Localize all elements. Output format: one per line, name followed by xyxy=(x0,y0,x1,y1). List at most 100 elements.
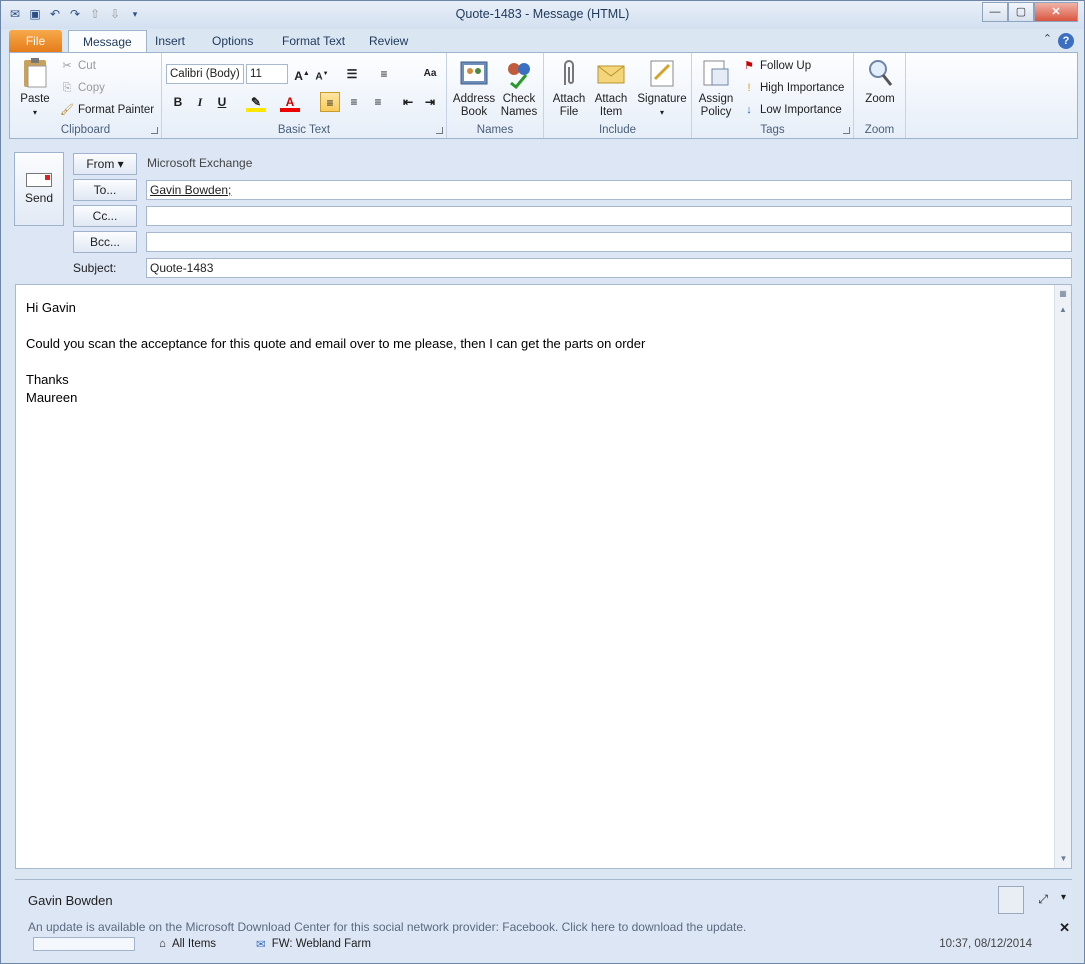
tags-label: Tags xyxy=(760,124,785,136)
title-bar: ✉ ▣ ↶ ↷ ⇧ ⇩ ▾ Quote-1483 - Message (HTML… xyxy=(1,1,1084,29)
tab-review[interactable]: Review xyxy=(355,30,422,53)
format-painter-button[interactable]: 🖌 Format Painter xyxy=(60,103,154,117)
message-window: ✉ ▣ ↶ ↷ ⇧ ⇩ ▾ Quote-1483 - Message (HTML… xyxy=(0,0,1085,964)
bold-button[interactable]: B xyxy=(168,92,188,112)
include-label: Include xyxy=(598,124,637,136)
from-button[interactable]: From ▾ xyxy=(73,153,137,175)
scroll-up-icon[interactable]: ▲ xyxy=(1056,302,1071,317)
down-arrow-icon: ↓ xyxy=(746,104,752,116)
to-button[interactable]: To... xyxy=(73,179,137,201)
window-controls: — ▢ ✕ xyxy=(982,2,1078,22)
align-center-icon[interactable]: ≡ xyxy=(344,92,364,112)
exclamation-icon: ! xyxy=(747,82,751,94)
group-zoom: Zoom Zoom xyxy=(854,53,906,138)
body-text: Hi Gavin Could you scan the acceptance f… xyxy=(26,299,645,407)
align-left-icon[interactable]: ≡ xyxy=(320,92,340,112)
flag-icon: ⚑ xyxy=(744,60,754,72)
bullets-icon[interactable]: ☰ xyxy=(342,64,362,84)
people-pane: Gavin Bowden ⤢ ▾ An update is available … xyxy=(15,879,1072,963)
to-field[interactable]: Gavin Bowden; xyxy=(146,180,1072,200)
close-icon[interactable]: ✕ xyxy=(1059,920,1070,936)
message-body[interactable]: Hi Gavin Could you scan the acceptance f… xyxy=(15,284,1072,869)
expand-icon[interactable]: ⤢ xyxy=(1038,892,1048,907)
tab-format-text[interactable]: Format Text xyxy=(268,30,359,53)
copy-icon: ⎘ xyxy=(62,82,72,94)
bcc-field[interactable] xyxy=(146,232,1072,252)
close-button[interactable]: ✕ xyxy=(1034,2,1078,22)
highlight-icon[interactable]: ✎ xyxy=(246,92,266,112)
body-line: Could you scan the acceptance for this q… xyxy=(26,336,646,351)
send-icon xyxy=(26,173,52,187)
dialog-launcher-icon[interactable] xyxy=(436,127,443,134)
scissors-icon: ✂ xyxy=(62,60,72,72)
all-items-label[interactable]: All Items xyxy=(172,938,216,950)
envelope-icon xyxy=(595,57,627,89)
item-subject[interactable]: FW: Webland Farm xyxy=(272,938,371,950)
address-book-button[interactable]: Address Book xyxy=(451,57,497,119)
group-include: Attach File Attach Item Signature ▾ Include xyxy=(544,53,692,138)
tab-file[interactable]: File xyxy=(9,30,62,53)
decrease-indent-icon[interactable]: ⇤ xyxy=(398,92,418,112)
chevron-down-icon[interactable]: ▾ xyxy=(1061,892,1066,903)
send-button[interactable]: Send xyxy=(14,152,64,226)
paste-button[interactable]: Paste ▾ xyxy=(16,57,54,119)
assign-policy-button[interactable]: Assign Policy xyxy=(696,57,736,119)
activity-tab[interactable] xyxy=(33,937,135,951)
paperclip-icon xyxy=(553,57,585,89)
dialog-launcher-icon[interactable] xyxy=(151,127,158,134)
dialog-launcher-icon[interactable] xyxy=(843,127,850,134)
scroll-down-icon[interactable]: ▼ xyxy=(1056,851,1071,866)
brush-icon: 🖌 xyxy=(60,104,74,116)
check-names-button[interactable]: Check Names xyxy=(497,57,541,119)
font-size-select[interactable]: 11 xyxy=(246,64,288,84)
address-book-icon xyxy=(458,57,490,89)
bcc-button[interactable]: Bcc... xyxy=(73,231,137,253)
align-right-icon[interactable]: ≡ xyxy=(368,92,388,112)
check-names-icon xyxy=(503,57,535,90)
attach-item-button[interactable]: Attach Item xyxy=(590,57,632,119)
tab-message[interactable]: Message xyxy=(68,30,147,53)
grow-font-icon[interactable]: A▲ xyxy=(292,64,312,84)
from-value: Microsoft Exchange xyxy=(147,156,253,170)
font-color-icon[interactable]: A xyxy=(280,92,300,112)
font-name-select[interactable]: Calibri (Body) xyxy=(166,64,244,84)
help-icon[interactable]: ? xyxy=(1058,33,1074,49)
vertical-scrollbar[interactable]: ▦ ▲ ▼ xyxy=(1054,285,1071,868)
copy-button[interactable]: ⎘ Copy xyxy=(60,81,105,95)
body-line: Hi Gavin xyxy=(26,300,76,315)
low-importance-button[interactable]: ↓ Low Importance xyxy=(742,103,842,117)
subject-field[interactable]: Quote-1483 xyxy=(146,258,1072,278)
group-clipboard: Paste ▾ ✂ Cut ⎘ Copy 🖌 Format Painter Clipbo… xyxy=(10,53,162,138)
collapse-ribbon-icon[interactable]: ⌃ xyxy=(1043,32,1052,45)
update-info[interactable]: An update is available on the Microsoft … xyxy=(28,920,746,934)
maximize-button[interactable]: ▢ xyxy=(1008,2,1034,22)
mail-icon: ✉ xyxy=(256,939,266,951)
zoom-label: Zoom xyxy=(864,124,895,136)
cc-field[interactable] xyxy=(146,206,1072,226)
follow-up-button[interactable]: ⚑ Follow Up xyxy=(742,59,811,73)
group-basic-text: Calibri (Body) 11 A▲ A▼ ☰ ≡ Aa B I U ✎ A… xyxy=(162,53,447,138)
increase-indent-icon[interactable]: ⇥ xyxy=(420,92,440,112)
avatar[interactable] xyxy=(998,886,1024,914)
styles-icon[interactable]: Aa xyxy=(420,64,440,84)
basic-text-label: Basic Text xyxy=(277,124,331,136)
ruler-icon[interactable]: ▦ xyxy=(1056,286,1071,301)
tab-insert[interactable]: Insert xyxy=(141,30,199,53)
group-names: Address Book Check Names Names xyxy=(447,53,544,138)
body-line: Thanks xyxy=(26,372,69,387)
zoom-button[interactable]: Zoom xyxy=(858,57,902,106)
numbering-icon[interactable]: ≡ xyxy=(374,64,394,84)
high-importance-button[interactable]: ! High Importance xyxy=(742,81,844,95)
minimize-button[interactable]: — xyxy=(982,2,1008,22)
attach-file-button[interactable]: Attach File xyxy=(548,57,590,119)
signature-button[interactable]: Signature ▾ xyxy=(634,57,690,119)
italic-button[interactable]: I xyxy=(190,92,210,112)
shrink-font-icon[interactable]: A▼ xyxy=(312,64,332,84)
cc-button[interactable]: Cc... xyxy=(73,205,137,227)
underline-button[interactable]: U xyxy=(212,92,232,112)
signature-icon xyxy=(646,57,678,89)
message-header: Send From ▾ Microsoft Exchange To... Gav… xyxy=(9,140,1078,282)
clipboard-label: Clipboard xyxy=(60,124,111,136)
tab-options[interactable]: Options xyxy=(198,30,267,53)
cut-button[interactable]: ✂ Cut xyxy=(60,59,96,73)
